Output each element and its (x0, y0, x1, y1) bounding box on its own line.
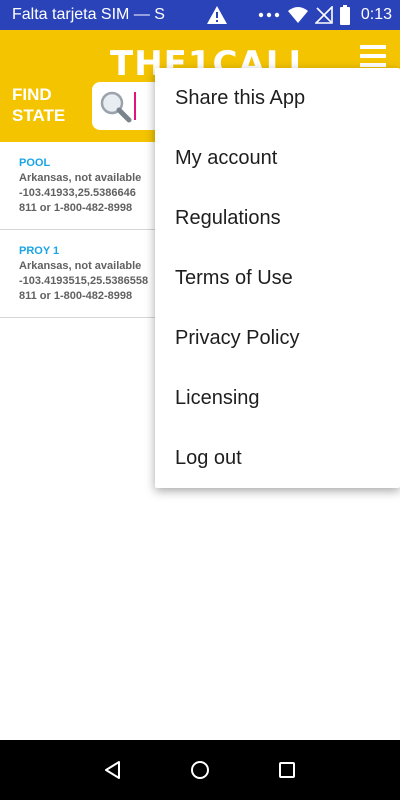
clock: 0:13 (360, 6, 392, 23)
menu-item-share[interactable]: Share this App (155, 68, 400, 128)
find-state-button[interactable]: FIND STATE (12, 84, 82, 126)
menu-item-log-out[interactable]: Log out (155, 428, 400, 488)
menu-item-privacy-policy[interactable]: Privacy Policy (155, 308, 400, 368)
battery-icon (339, 5, 351, 25)
menu-item-my-account[interactable]: My account (155, 128, 400, 188)
hamburger-menu-icon[interactable] (360, 44, 386, 68)
status-notification-icons (206, 5, 228, 25)
status-left: Falta tarjeta SIM — S (12, 6, 202, 24)
status-right: 0:13 (257, 5, 392, 25)
screen: Falta tarjeta SIM — S 0:13 THE1CALL FIND… (0, 0, 400, 800)
status-bar: Falta tarjeta SIM — S 0:13 (0, 0, 400, 30)
magnifier-icon (98, 89, 132, 123)
overflow-menu: Share this App My account Regulations Te… (155, 68, 400, 488)
menu-item-terms-of-use[interactable]: Terms of Use (155, 248, 400, 308)
back-icon[interactable] (98, 755, 128, 785)
recents-icon[interactable] (272, 755, 302, 785)
wifi-icon (287, 6, 309, 24)
no-signal-icon (314, 6, 333, 24)
carrier-text: Falta tarjeta SIM — S (12, 6, 165, 23)
warning-icon (206, 5, 228, 25)
menu-item-regulations[interactable]: Regulations (155, 188, 400, 248)
text-caret (134, 92, 136, 120)
menu-item-licensing[interactable]: Licensing (155, 368, 400, 428)
more-dots-icon (257, 11, 281, 19)
home-icon[interactable] (185, 755, 215, 785)
navigation-bar (0, 740, 400, 800)
